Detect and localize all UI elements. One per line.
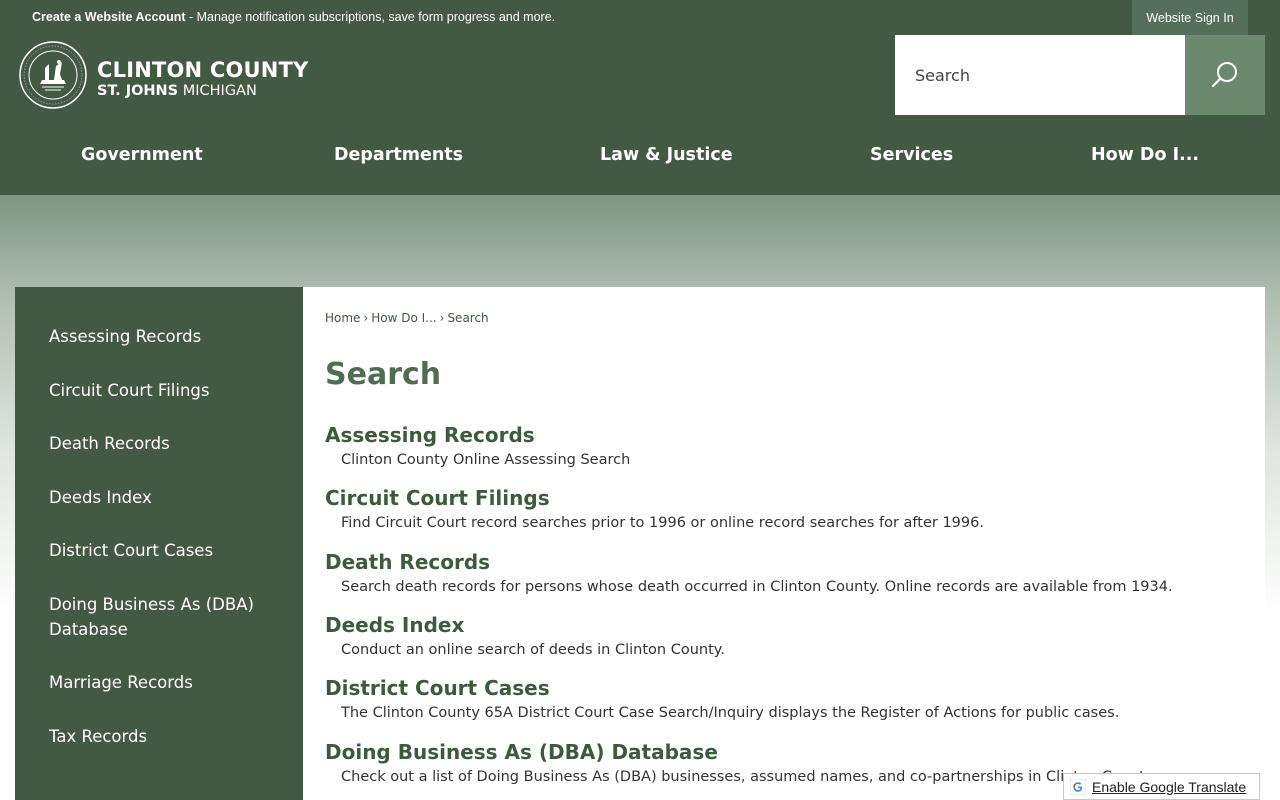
breadcrumb-how-do-i[interactable]: How Do I... xyxy=(371,311,436,325)
breadcrumb-home[interactable]: Home xyxy=(325,311,360,325)
logo-subtitle: ST. JOHNS MICHIGAN xyxy=(97,82,257,100)
top-bar: Create a Website Account - Manage notifi… xyxy=(0,0,1280,35)
sidebar-nav: Assessing Records Circuit Court Filings … xyxy=(15,287,303,800)
search-result: Assessing Records Clinton County Online … xyxy=(325,423,1245,469)
breadcrumb-separator: › xyxy=(363,311,369,325)
search-result: Deeds Index Conduct an online search of … xyxy=(325,613,1245,659)
google-logo-icon xyxy=(1070,778,1086,795)
sidebar-item-marriage-records[interactable]: Marriage Records xyxy=(49,670,289,695)
main-content: Home › How Do I... › Search Search Assessing… xyxy=(303,287,1265,800)
nav-law-justice[interactable]: Law & Justice xyxy=(600,130,733,180)
sidebar-item-deeds-index[interactable]: Deeds Index xyxy=(49,485,289,510)
page-title: Search xyxy=(325,357,442,392)
nav-departments[interactable]: Departments xyxy=(334,130,463,180)
search-result: Circuit Court Filings Find Circuit Court… xyxy=(325,486,1245,532)
sidebar-item-circuit-court-filings[interactable]: Circuit Court Filings xyxy=(49,378,289,403)
result-description: Search death records for persons whose d… xyxy=(341,579,1173,595)
result-description: Find Circuit Court record searches prior… xyxy=(341,515,984,531)
search-result: District Court Cases The Clinton County … xyxy=(325,676,1245,722)
nav-how-do-i[interactable]: How Do I... xyxy=(1091,130,1199,180)
county-seal-icon xyxy=(19,41,87,109)
result-description: The Clinton County 65A District Court Ca… xyxy=(341,705,1120,721)
result-title-link[interactable]: Circuit Court Filings xyxy=(325,486,1245,510)
account-description: - Manage notification subscriptions, sav… xyxy=(185,10,556,24)
search-icon xyxy=(1211,62,1237,88)
result-title-link[interactable]: Assessing Records xyxy=(325,423,1245,447)
result-title-link[interactable]: Deeds Index xyxy=(325,613,1245,637)
create-account-link[interactable]: Create a Website Account xyxy=(32,10,186,24)
site-logo[interactable]: CLINTON COUNTY ST. JOHNS MICHIGAN xyxy=(18,40,318,112)
result-title-link[interactable]: District Court Cases xyxy=(325,676,1245,700)
result-title-link[interactable]: Doing Business As (DBA) Database xyxy=(325,740,1245,764)
sidebar-item-tax-records[interactable]: Tax Records xyxy=(49,724,289,749)
google-translate-button[interactable]: Enable Google Translate xyxy=(1063,773,1260,800)
result-title-link[interactable]: Death Records xyxy=(325,550,1245,574)
header: CLINTON COUNTY ST. JOHNS MICHIGAN Govern… xyxy=(0,35,1280,195)
sign-in-button[interactable]: Website Sign In xyxy=(1132,0,1248,35)
sidebar-item-dba-database[interactable]: Doing Business As (DBA) Database xyxy=(49,592,289,642)
nav-government[interactable]: Government xyxy=(81,130,203,180)
search-button[interactable] xyxy=(1185,35,1265,115)
main-nav: Government Departments Law & Justice Ser… xyxy=(0,130,1280,180)
search-result: Death Records Search death records for p… xyxy=(325,550,1245,596)
translate-label: Enable Google Translate xyxy=(1092,778,1247,795)
nav-services[interactable]: Services xyxy=(870,130,953,180)
sidebar-item-assessing-records[interactable]: Assessing Records xyxy=(49,324,289,349)
result-description: Clinton County Online Assessing Search xyxy=(341,452,631,468)
logo-subtitle-state: MICHIGAN xyxy=(178,83,257,99)
logo-title: CLINTON COUNTY xyxy=(97,58,309,82)
account-notice: Create a Website Account - Manage notifi… xyxy=(32,10,555,24)
breadcrumb-current: Search xyxy=(447,311,489,325)
sidebar-item-death-records[interactable]: Death Records xyxy=(49,431,289,456)
breadcrumb: Home › How Do I... › Search xyxy=(325,311,489,325)
search-input[interactable] xyxy=(895,35,1185,115)
breadcrumb-separator: › xyxy=(439,311,445,325)
sidebar-item-district-court-cases[interactable]: District Court Cases xyxy=(49,538,289,563)
logo-subtitle-city: ST. JOHNS xyxy=(97,83,179,99)
result-description: Conduct an online search of deeds in Cli… xyxy=(341,642,725,658)
